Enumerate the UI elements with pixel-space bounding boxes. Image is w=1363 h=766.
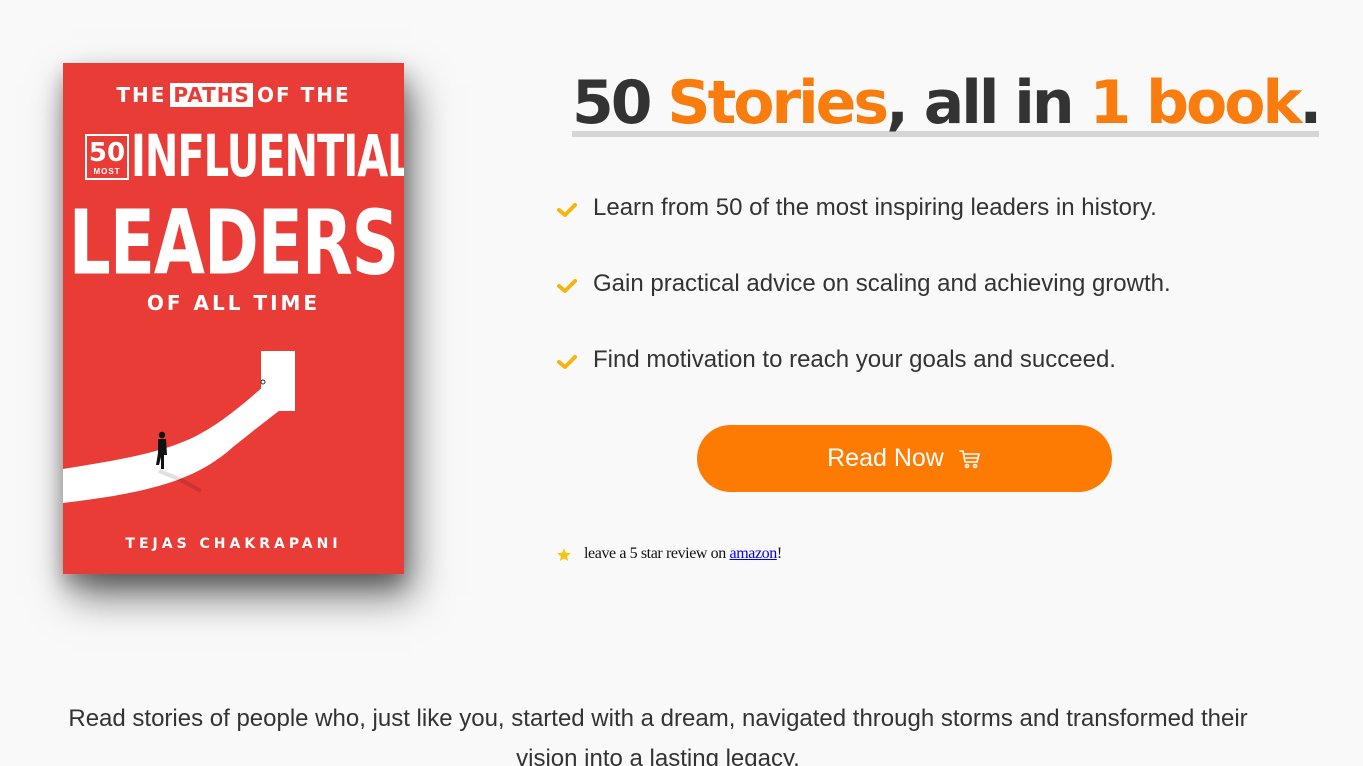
benefit-text: Gain practical advice on scaling and ach… — [593, 270, 1171, 297]
review-exclaim: ! — [776, 544, 782, 562]
headline: 50 Stories, all in 1 book. — [572, 68, 1322, 138]
cover-number-sub: MOST — [93, 166, 121, 176]
benefit-item: Learn from 50 of the most inspiring lead… — [556, 190, 1171, 226]
cover-title-row: 50 MOST INFLUENTIAL — [85, 124, 404, 190]
read-now-label: Read Now — [827, 444, 944, 472]
cover-title-top: THE PATHS OF THE — [63, 83, 404, 107]
headline-one-book: 1 book — [1089, 68, 1302, 138]
review-text: leave a 5 star review on — [584, 544, 726, 562]
read-now-button[interactable]: Read Now — [697, 425, 1112, 492]
cover-influential: INFLUENTIAL — [131, 123, 404, 191]
review-prompt: leave a 5 star review on amazon! — [556, 544, 782, 563]
benefit-item: Gain practical advice on scaling and ach… — [556, 266, 1171, 302]
check-icon — [556, 351, 578, 373]
cover-of-the: OF THE — [256, 83, 351, 107]
headline-stories: Stories — [667, 68, 889, 138]
cover-paths-highlight: PATHS — [170, 83, 253, 107]
amazon-link[interactable]: amazon — [730, 545, 778, 563]
cover-all-time: OF ALL TIME — [146, 291, 321, 315]
intro-paragraph: Read stories of people who, just like yo… — [68, 705, 1248, 766]
cover-number-box: 50 MOST — [85, 134, 129, 180]
landing-page: THE PATHS OF THE 50 MOST INFLUENTIAL LEADE… — [0, 0, 1363, 766]
cover-author: TEJAS CHAKRAPANI — [125, 536, 342, 552]
headline-number: 50 — [572, 68, 668, 138]
headline-period: . — [1299, 68, 1322, 138]
benefit-list: Learn from 50 of the most inspiring lead… — [556, 190, 1171, 418]
star-icon — [557, 548, 571, 561]
cover-number: 50 — [88, 137, 126, 168]
benefit-text: Find motivation to reach your goals and … — [593, 346, 1116, 373]
cover-leaders: LEADERS — [68, 191, 399, 295]
benefit-text: Learn from 50 of the most inspiring lead… — [593, 194, 1157, 221]
check-icon — [556, 275, 578, 297]
cart-icon — [958, 447, 982, 471]
cover-illustration — [63, 351, 295, 543]
book-cover: THE PATHS OF THE 50 MOST INFLUENTIAL LEADE… — [63, 63, 404, 574]
headline-middle: , all in — [886, 68, 1090, 138]
cover-the: THE — [116, 83, 167, 107]
check-icon — [556, 199, 578, 221]
benefit-item: Find motivation to reach your goals and … — [556, 342, 1171, 378]
